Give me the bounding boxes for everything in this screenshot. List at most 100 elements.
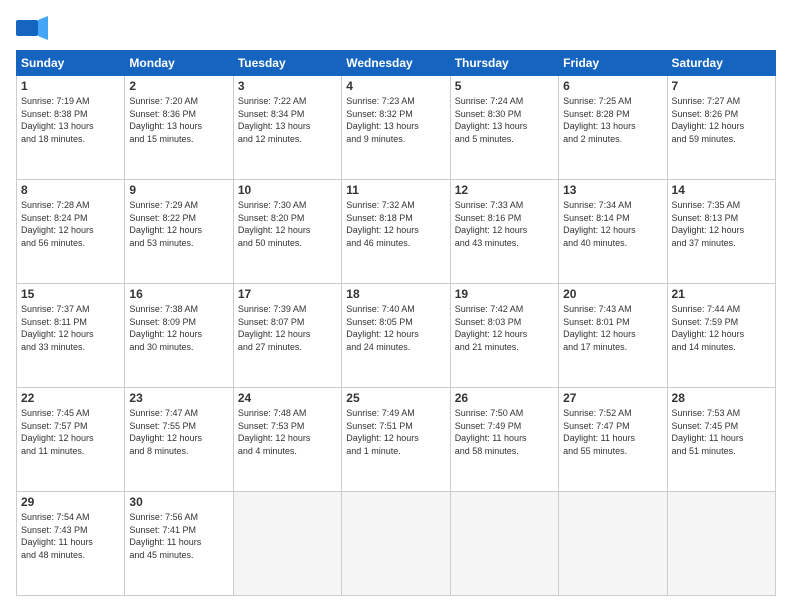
day-info: Sunrise: 7:43 AM Sunset: 8:01 PM Dayligh…: [563, 303, 662, 353]
day-info: Sunrise: 7:49 AM Sunset: 7:51 PM Dayligh…: [346, 407, 445, 457]
day-number: 20: [563, 287, 662, 301]
calendar-week-row: 29 Sunrise: 7:54 AM Sunset: 7:43 PM Dayli…: [17, 492, 776, 596]
day-info: Sunrise: 7:48 AM Sunset: 7:53 PM Dayligh…: [238, 407, 337, 457]
day-info: Sunrise: 7:35 AM Sunset: 8:13 PM Dayligh…: [672, 199, 771, 249]
table-row: 15Sunrise: 7:37 AM Sunset: 8:11 PM Dayli…: [17, 284, 125, 388]
table-row: 24 Sunrise: 7:48 AM Sunset: 7:53 PM Dayli…: [233, 388, 341, 492]
day-info: Sunrise: 7:22 AM Sunset: 8:34 PM Dayligh…: [238, 95, 337, 145]
col-monday: Monday: [125, 51, 233, 76]
header: [16, 16, 776, 40]
table-row: 14 Sunrise: 7:35 AM Sunset: 8:13 PM Dayli…: [667, 180, 775, 284]
table-row: 28 Sunrise: 7:53 AM Sunset: 7:45 PM Dayli…: [667, 388, 775, 492]
day-number: 30: [129, 495, 228, 509]
day-info: Sunrise: 7:27 AM Sunset: 8:26 PM Dayligh…: [672, 95, 771, 145]
table-row: 19 Sunrise: 7:42 AM Sunset: 8:03 PM Dayli…: [450, 284, 558, 388]
day-number: 13: [563, 183, 662, 197]
day-number: 4: [346, 79, 445, 93]
day-number: 28: [672, 391, 771, 405]
day-number: 8: [21, 183, 120, 197]
day-number: 3: [238, 79, 337, 93]
table-row: 6 Sunrise: 7:25 AM Sunset: 8:28 PM Daylig…: [559, 76, 667, 180]
logo: [16, 16, 52, 40]
page: Sunday Monday Tuesday Wednesday Thursday…: [0, 0, 792, 612]
day-info: Sunrise: 7:28 AM Sunset: 8:24 PM Dayligh…: [21, 199, 120, 249]
table-row: 16Sunrise: 7:38 AM Sunset: 8:09 PM Dayli…: [125, 284, 233, 388]
day-info: Sunrise: 7:52 AM Sunset: 7:47 PM Dayligh…: [563, 407, 662, 457]
day-number: 6: [563, 79, 662, 93]
day-number: 17: [238, 287, 337, 301]
day-info: Sunrise: 7:47 AM Sunset: 7:55 PM Dayligh…: [129, 407, 228, 457]
table-row: 2Sunrise: 7:20 AM Sunset: 8:36 PM Daylig…: [125, 76, 233, 180]
day-info: Sunrise: 7:50 AM Sunset: 7:49 PM Dayligh…: [455, 407, 554, 457]
calendar-table: Sunday Monday Tuesday Wednesday Thursday…: [16, 50, 776, 596]
day-info: Sunrise: 7:37 AM Sunset: 8:11 PM Dayligh…: [21, 303, 120, 353]
col-tuesday: Tuesday: [233, 51, 341, 76]
day-number: 21: [672, 287, 771, 301]
table-row: 17 Sunrise: 7:39 AM Sunset: 8:07 PM Dayli…: [233, 284, 341, 388]
table-row: 5Sunrise: 7:24 AM Sunset: 8:30 PM Daylig…: [450, 76, 558, 180]
calendar-week-row: 1 Sunrise: 7:19 AM Sunset: 8:38 PM Daylig…: [17, 76, 776, 180]
table-row: 23 Sunrise: 7:47 AM Sunset: 7:55 PM Dayli…: [125, 388, 233, 492]
day-number: 18: [346, 287, 445, 301]
calendar-header-row: Sunday Monday Tuesday Wednesday Thursday…: [17, 51, 776, 76]
day-number: 24: [238, 391, 337, 405]
table-row: 3 Sunrise: 7:22 AM Sunset: 8:34 PM Daylig…: [233, 76, 341, 180]
table-row: 27 Sunrise: 7:52 AM Sunset: 7:47 PM Dayli…: [559, 388, 667, 492]
day-info: Sunrise: 7:23 AM Sunset: 8:32 PM Dayligh…: [346, 95, 445, 145]
table-row: 11 Sunrise: 7:32 AM Sunset: 8:18 PM Dayli…: [342, 180, 450, 284]
day-number: 23: [129, 391, 228, 405]
day-info: Sunrise: 7:19 AM Sunset: 8:38 PM Dayligh…: [21, 95, 120, 145]
table-row: 9 Sunrise: 7:29 AM Sunset: 8:22 PM Daylig…: [125, 180, 233, 284]
table-row: [342, 492, 450, 596]
day-number: 16: [129, 287, 228, 301]
day-number: 5: [455, 79, 554, 93]
day-info: Sunrise: 7:30 AM Sunset: 8:20 PM Dayligh…: [238, 199, 337, 249]
table-row: 1 Sunrise: 7:19 AM Sunset: 8:38 PM Daylig…: [17, 76, 125, 180]
day-info: Sunrise: 7:42 AM Sunset: 8:03 PM Dayligh…: [455, 303, 554, 353]
day-info: Sunrise: 7:44 AM Sunset: 7:59 PM Dayligh…: [672, 303, 771, 353]
day-info: Sunrise: 7:29 AM Sunset: 8:22 PM Dayligh…: [129, 199, 228, 249]
col-saturday: Saturday: [667, 51, 775, 76]
col-thursday: Thursday: [450, 51, 558, 76]
logo-icon: [16, 16, 48, 40]
table-row: 18 Sunrise: 7:40 AM Sunset: 8:05 PM Dayli…: [342, 284, 450, 388]
day-info: Sunrise: 7:54 AM Sunset: 7:43 PM Dayligh…: [21, 511, 120, 561]
calendar-week-row: 15Sunrise: 7:37 AM Sunset: 8:11 PM Dayli…: [17, 284, 776, 388]
day-number: 29: [21, 495, 120, 509]
table-row: [233, 492, 341, 596]
day-info: Sunrise: 7:25 AM Sunset: 8:28 PM Dayligh…: [563, 95, 662, 145]
day-info: Sunrise: 7:45 AM Sunset: 7:57 PM Dayligh…: [21, 407, 120, 457]
table-row: 20 Sunrise: 7:43 AM Sunset: 8:01 PM Dayli…: [559, 284, 667, 388]
table-row: [559, 492, 667, 596]
table-row: 7 Sunrise: 7:27 AM Sunset: 8:26 PM Daylig…: [667, 76, 775, 180]
table-row: 21 Sunrise: 7:44 AM Sunset: 7:59 PM Dayli…: [667, 284, 775, 388]
table-row: 13 Sunrise: 7:34 AM Sunset: 8:14 PM Dayli…: [559, 180, 667, 284]
calendar-week-row: 22Sunrise: 7:45 AM Sunset: 7:57 PM Dayli…: [17, 388, 776, 492]
day-number: 1: [21, 79, 120, 93]
day-number: 7: [672, 79, 771, 93]
table-row: 4 Sunrise: 7:23 AM Sunset: 8:32 PM Daylig…: [342, 76, 450, 180]
table-row: 25 Sunrise: 7:49 AM Sunset: 7:51 PM Dayli…: [342, 388, 450, 492]
day-number: 9: [129, 183, 228, 197]
day-info: Sunrise: 7:56 AM Sunset: 7:41 PM Dayligh…: [129, 511, 228, 561]
table-row: 8 Sunrise: 7:28 AM Sunset: 8:24 PM Daylig…: [17, 180, 125, 284]
day-info: Sunrise: 7:20 AM Sunset: 8:36 PM Dayligh…: [129, 95, 228, 145]
table-row: 12Sunrise: 7:33 AM Sunset: 8:16 PM Dayli…: [450, 180, 558, 284]
day-number: 11: [346, 183, 445, 197]
table-row: 29 Sunrise: 7:54 AM Sunset: 7:43 PM Dayli…: [17, 492, 125, 596]
day-info: Sunrise: 7:40 AM Sunset: 8:05 PM Dayligh…: [346, 303, 445, 353]
day-info: Sunrise: 7:39 AM Sunset: 8:07 PM Dayligh…: [238, 303, 337, 353]
day-info: Sunrise: 7:32 AM Sunset: 8:18 PM Dayligh…: [346, 199, 445, 249]
day-info: Sunrise: 7:34 AM Sunset: 8:14 PM Dayligh…: [563, 199, 662, 249]
table-row: 30 Sunrise: 7:56 AM Sunset: 7:41 PM Dayli…: [125, 492, 233, 596]
day-info: Sunrise: 7:53 AM Sunset: 7:45 PM Dayligh…: [672, 407, 771, 457]
day-number: 27: [563, 391, 662, 405]
table-row: 26Sunrise: 7:50 AM Sunset: 7:49 PM Dayli…: [450, 388, 558, 492]
day-number: 25: [346, 391, 445, 405]
table-row: [450, 492, 558, 596]
calendar-week-row: 8 Sunrise: 7:28 AM Sunset: 8:24 PM Daylig…: [17, 180, 776, 284]
day-number: 14: [672, 183, 771, 197]
table-row: [667, 492, 775, 596]
day-number: 19: [455, 287, 554, 301]
col-wednesday: Wednesday: [342, 51, 450, 76]
